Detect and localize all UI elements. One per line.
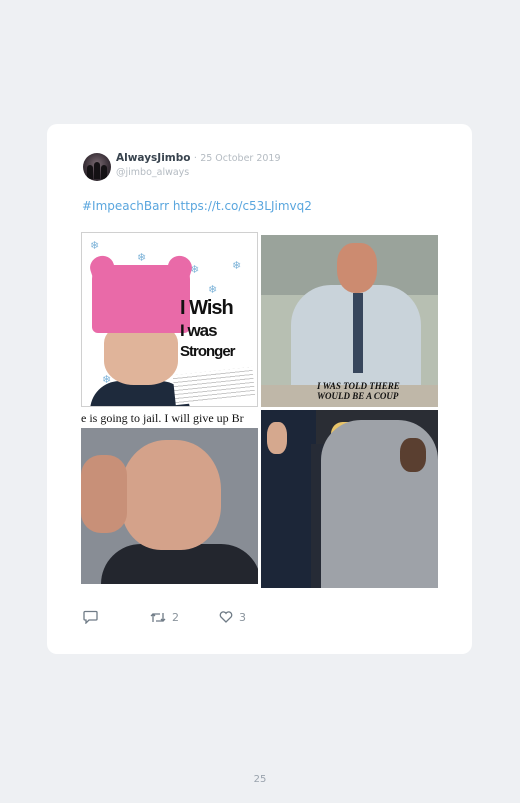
tweet-date[interactable]: 25 October 2019 bbox=[200, 153, 280, 164]
page-number: 25 bbox=[253, 774, 267, 785]
like-count: 3 bbox=[239, 610, 246, 624]
image-1-line-3: Stronger bbox=[180, 343, 236, 360]
reply-button[interactable] bbox=[83, 610, 98, 625]
retweet-icon bbox=[150, 612, 166, 622]
author-handle: @jimbo_always bbox=[116, 167, 190, 178]
tweet-card: AlwaysJimbo · 25 October 2019 @jimbo_alw… bbox=[47, 124, 472, 654]
media-grid: ❄ ❄ ❄ ❄ ❄ ❄ ❄ I Wish I was Stronger I WA… bbox=[81, 232, 438, 588]
tweet-text: #ImpeachBarr https://t.co/c53LJimvq2 bbox=[82, 199, 312, 213]
hashtag-link[interactable]: #ImpeachBarr bbox=[82, 199, 169, 213]
image-2-caption: I WAS TOLD THERE WOULD BE A COUP bbox=[317, 381, 400, 401]
author-name[interactable]: AlwaysJimbo bbox=[116, 152, 190, 164]
heart-icon bbox=[219, 611, 233, 623]
image-1-line-2: I was bbox=[180, 321, 218, 340]
separator: · bbox=[193, 153, 197, 164]
retweet-button[interactable]: 2 bbox=[150, 610, 179, 624]
media-image-3[interactable]: e is going to jail. I will give up Br bbox=[81, 410, 258, 584]
image-3-caption: e is going to jail. I will give up Br bbox=[81, 411, 244, 425]
avatar[interactable] bbox=[83, 153, 111, 181]
retweet-count: 2 bbox=[172, 610, 179, 624]
image-1-line-1: I Wish bbox=[180, 297, 234, 319]
media-image-1[interactable]: ❄ ❄ ❄ ❄ ❄ ❄ ❄ I Wish I was Stronger bbox=[81, 232, 258, 407]
like-button[interactable]: 3 bbox=[219, 610, 246, 624]
author-line: AlwaysJimbo · 25 October 2019 bbox=[116, 152, 281, 164]
media-image-2[interactable]: I WAS TOLD THERE WOULD BE A COUP bbox=[261, 235, 438, 407]
media-image-4[interactable] bbox=[261, 410, 438, 588]
url-link[interactable]: https://t.co/c53LJimvq2 bbox=[173, 199, 312, 213]
reply-icon bbox=[83, 610, 98, 625]
